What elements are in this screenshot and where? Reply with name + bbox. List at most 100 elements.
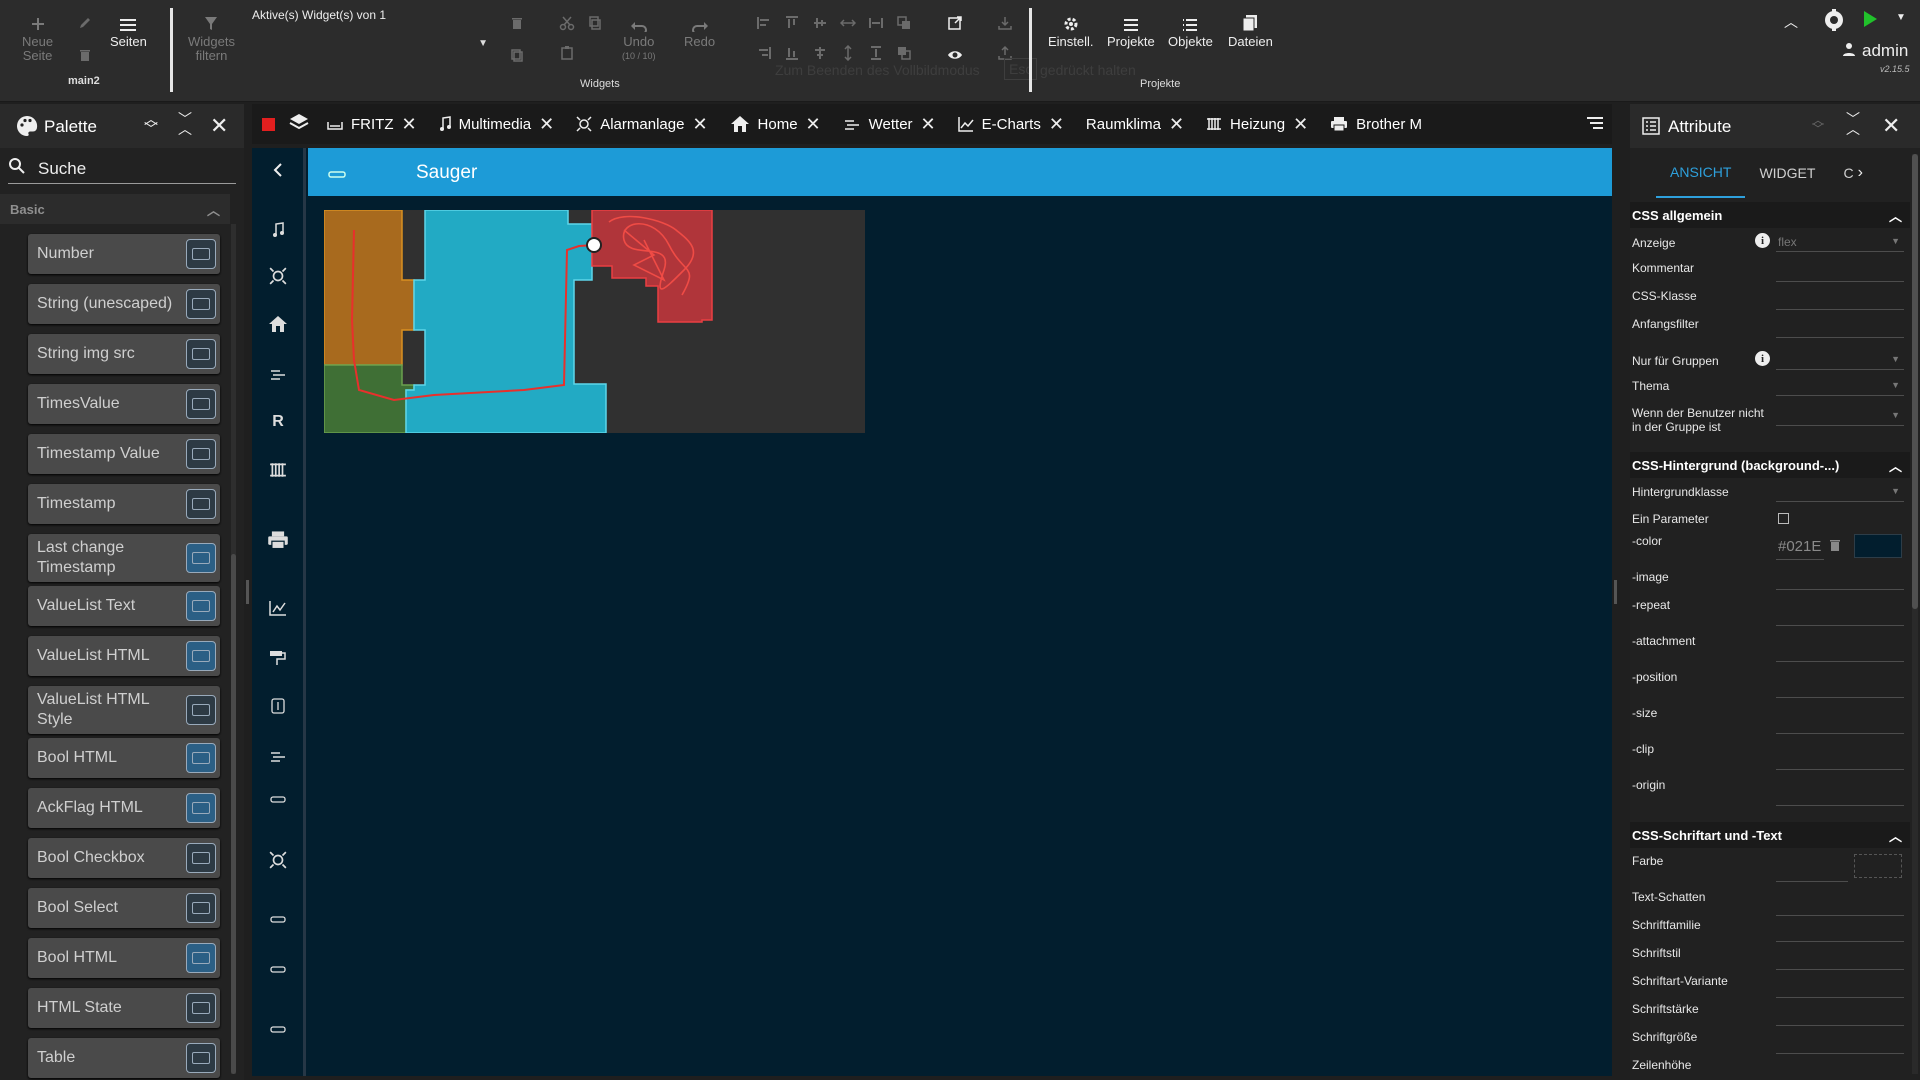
palette-item[interactable]: AckFlag HTML: [28, 788, 220, 828]
import-icon[interactable]: [996, 14, 1014, 32]
alarm-icon[interactable]: [266, 264, 290, 288]
open-external-icon[interactable]: [946, 14, 964, 32]
tab-ansicht[interactable]: ANSICHT: [1656, 148, 1746, 198]
info-icon[interactable]: i: [1755, 233, 1770, 248]
unfold-icon[interactable]: ︿ ﹀: [1812, 114, 1824, 135]
groups-select[interactable]: ▼: [1776, 350, 1904, 370]
theme-select[interactable]: ▼: [1776, 376, 1904, 396]
palette-item[interactable]: ValueList HTML: [28, 636, 220, 676]
vacuum-icon[interactable]: [266, 908, 290, 932]
palette-item[interactable]: String (unescaped): [28, 284, 220, 324]
filter-field[interactable]: [1776, 318, 1904, 338]
chevron-up-icon[interactable]: ︿: [1784, 12, 1798, 32]
editor-canvas[interactable]: R Sauger: [252, 148, 1612, 1076]
tab-wetter[interactable]: Wetter ✕: [843, 114, 936, 135]
objects-button[interactable]: Objekte: [1168, 10, 1213, 49]
files-button[interactable]: Dateien: [1228, 10, 1273, 49]
palette-search[interactable]: Suche: [8, 154, 236, 184]
unfold-icon[interactable]: ︿ ﹀: [144, 112, 158, 136]
palette-item[interactable]: Timestamp: [28, 484, 220, 524]
tab-multimedia[interactable]: Multimedia ✕: [439, 114, 554, 135]
fold-icon[interactable]: ﹀ ︿: [178, 112, 192, 136]
copy-icon[interactable]: [586, 14, 604, 32]
vacuum-icon[interactable]: [266, 1018, 290, 1042]
background-color-field[interactable]: #021E: [1776, 534, 1824, 560]
section-css-background[interactable]: CSS-Hintergrund (background-...) ︿: [1630, 452, 1910, 478]
redo-button[interactable]: Redo: [684, 10, 715, 49]
palette-item[interactable]: Bool Select: [28, 888, 220, 928]
weather-icon[interactable]: [266, 362, 290, 386]
music-note-icon[interactable]: [266, 218, 290, 242]
radiator-icon[interactable]: [266, 458, 290, 482]
color-swatch[interactable]: [1854, 534, 1902, 558]
close-icon[interactable]: ✕: [1882, 113, 1900, 139]
align-center-icon[interactable]: [811, 44, 829, 62]
tab-e-charts[interactable]: E-Charts ✕: [957, 114, 1064, 135]
tab-fritz[interactable]: FRITZ ✕: [327, 114, 417, 135]
trash-icon[interactable]: [1830, 538, 1840, 556]
layers-icon[interactable]: [289, 113, 309, 136]
home-icon[interactable]: [266, 312, 290, 336]
same-height-icon[interactable]: [867, 44, 885, 62]
section-css-general[interactable]: CSS allgemein ︿: [1630, 202, 1910, 228]
font-weight-field[interactable]: [1776, 1006, 1904, 1026]
fold-icon[interactable]: ﹀ ︿: [1846, 112, 1860, 136]
align-bottom-icon[interactable]: [783, 44, 801, 62]
palette-item[interactable]: TimesValue: [28, 384, 220, 424]
printer-icon[interactable]: [266, 528, 290, 552]
bring-front-icon[interactable]: [895, 14, 913, 32]
font-family-field[interactable]: [1776, 922, 1904, 942]
tab-css[interactable]: C: [1829, 148, 1857, 198]
play-icon[interactable]: [1862, 10, 1878, 33]
r-letter-icon[interactable]: R: [266, 410, 290, 434]
font-size-field[interactable]: [1776, 1034, 1904, 1054]
undo-button[interactable]: Undo (10 / 10): [622, 10, 656, 63]
user-name[interactable]: admin: [1862, 41, 1908, 61]
align-left-icon[interactable]: [755, 14, 773, 32]
palette-item[interactable]: Bool HTML: [28, 738, 220, 778]
alarm-icon[interactable]: [266, 848, 290, 872]
background-clip-field[interactable]: [1776, 750, 1904, 770]
chevron-down-icon[interactable]: ▼: [1896, 12, 1906, 23]
close-icon[interactable]: ✕: [210, 113, 228, 139]
tab-heizung[interactable]: Heizung ✕: [1206, 114, 1308, 135]
tab-home[interactable]: Home ✕: [730, 114, 821, 135]
settings-button[interactable]: Einstell.: [1048, 10, 1094, 49]
display-select[interactable]: flex ▼: [1776, 232, 1904, 252]
send-back-icon[interactable]: [895, 44, 913, 62]
palette-item[interactable]: Bool HTML: [28, 938, 220, 978]
close-icon[interactable]: ✕: [539, 114, 554, 135]
css-class-field[interactable]: [1776, 290, 1904, 310]
category-basic[interactable]: Basic ︿: [0, 194, 230, 224]
close-icon[interactable]: ✕: [921, 114, 936, 135]
resize-handle[interactable]: [246, 580, 249, 604]
background-attachment-field[interactable]: [1776, 642, 1904, 662]
vacuum-icon[interactable]: [266, 788, 290, 812]
edit-page-icon[interactable]: [76, 14, 94, 32]
font-variant-field[interactable]: [1776, 978, 1904, 998]
new-page-button[interactable]: Neue Seite: [22, 10, 53, 63]
palette-item[interactable]: Table: [28, 1038, 220, 1078]
comment-field[interactable]: [1776, 262, 1904, 282]
palette-item[interactable]: String img src: [28, 334, 220, 374]
palette-item[interactable]: Bool Checkbox: [28, 838, 220, 878]
attributes-scrollbar[interactable]: [1912, 154, 1918, 1074]
close-icon[interactable]: ✕: [1169, 114, 1184, 135]
delete-page-icon[interactable]: [76, 46, 94, 64]
vacuum-icon[interactable]: [266, 958, 290, 982]
background-size-field[interactable]: [1776, 714, 1904, 734]
background-repeat-field[interactable]: [1776, 606, 1904, 626]
palette-item[interactable]: ValueList HTML Style: [28, 686, 220, 734]
align-top-icon[interactable]: [783, 14, 801, 32]
weather-icon[interactable]: [266, 744, 290, 768]
background-image-field[interactable]: [1776, 570, 1904, 590]
same-width-icon[interactable]: [867, 14, 885, 32]
background-origin-field[interactable]: [1776, 786, 1904, 806]
distribute-vertical-icon[interactable]: [839, 44, 857, 62]
paste-icon[interactable]: [558, 44, 576, 62]
cut-icon[interactable]: [558, 14, 576, 32]
one-param-checkbox[interactable]: [1778, 513, 1789, 524]
tab-alarmanlage[interactable]: Alarmanlage ✕: [576, 114, 708, 135]
font-style-field[interactable]: [1776, 950, 1904, 970]
close-icon[interactable]: ✕: [402, 114, 417, 135]
